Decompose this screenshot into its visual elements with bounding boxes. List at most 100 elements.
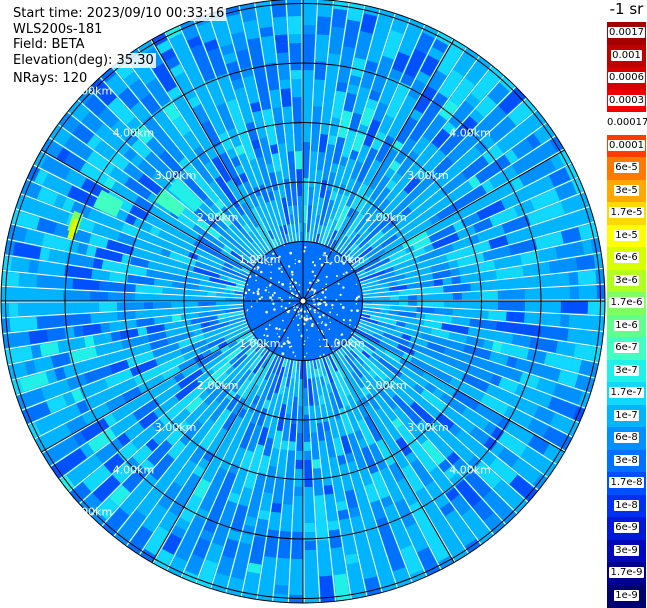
core-speckle [260, 296, 263, 299]
core-speckle [345, 271, 348, 274]
core-speckle [289, 251, 293, 255]
range-label: 2.00km [197, 379, 239, 392]
core-speckle [304, 246, 307, 249]
core-speckle [310, 288, 314, 291]
range-label: 3.00km [155, 421, 197, 434]
range-gate [294, 486, 303, 496]
core-speckle [306, 352, 308, 354]
core-speckle [288, 345, 291, 348]
core-speckle [336, 313, 338, 316]
range-gate [566, 257, 578, 272]
core-speckle [321, 321, 324, 323]
range-gate [297, 195, 303, 206]
core-speckle [256, 269, 259, 271]
range-gate [488, 310, 498, 320]
core-speckle [331, 307, 333, 309]
core-speckle [272, 293, 274, 296]
core-speckle [309, 317, 313, 320]
range-label: 1.00km [323, 253, 365, 266]
range-gate [289, 43, 302, 71]
range-gate [337, 509, 350, 520]
elevation-text: Elevation(deg): 35.30 [11, 53, 156, 68]
instrument-text: WLS200s-181 [11, 22, 105, 37]
range-gate [153, 302, 172, 309]
legend-label: 1e-8 [614, 499, 639, 511]
core-speckle [315, 281, 317, 283]
range-gate [110, 331, 122, 342]
range-gate [9, 303, 19, 317]
core-speckle [268, 291, 270, 293]
range-gate [280, 88, 292, 108]
range-gate [506, 311, 525, 323]
legend-label: 3e-7 [614, 364, 639, 376]
range-gate [304, 522, 316, 532]
range-gate [275, 34, 288, 45]
core-speckle [350, 309, 353, 312]
core-speckle [313, 289, 317, 292]
radar-origin [299, 297, 307, 305]
range-gate [303, 25, 316, 35]
core-speckle [288, 296, 291, 299]
core-speckle [342, 273, 345, 276]
range-gate [416, 301, 436, 307]
legend-label: 6e-5 [614, 162, 639, 173]
core-speckle [280, 266, 283, 268]
core-speckle [292, 351, 295, 354]
range-gate [331, 8, 347, 29]
core-speckle [329, 311, 332, 314]
range-label: 2.00km [365, 379, 407, 392]
legend-label: 0.00017 [606, 117, 647, 128]
range-gate [62, 290, 91, 301]
core-speckle [297, 323, 300, 327]
legend-label: 6e-9 [614, 522, 639, 533]
core-speckle [260, 270, 263, 274]
legend-label: 1.7e-9 [609, 567, 644, 578]
core-speckle [321, 291, 325, 294]
core-speckle [298, 313, 300, 316]
range-gate [288, 441, 296, 451]
range-gate [317, 16, 331, 36]
core-speckle [284, 307, 287, 310]
range-gate [290, 70, 302, 80]
range-gate [295, 459, 303, 469]
range-gate [497, 311, 507, 321]
core-speckle [317, 312, 319, 314]
range-gate [336, 500, 348, 512]
core-speckle [244, 291, 248, 295]
range-gate [513, 266, 524, 278]
core-speckle [323, 315, 325, 317]
range-gate [258, 509, 270, 521]
core-speckle [325, 275, 328, 278]
core-speckle [322, 353, 325, 356]
core-speckle [342, 318, 345, 322]
range-gate [295, 151, 302, 170]
core-speckle [320, 322, 323, 324]
legend-label: 6e-8 [614, 432, 639, 443]
core-speckle [324, 296, 327, 299]
core-speckle [355, 283, 357, 285]
core-speckle [256, 266, 260, 269]
nrays-text: NRays: 120 [11, 71, 90, 86]
core-speckle [306, 315, 308, 317]
range-gate [327, 520, 340, 531]
range-gate [312, 459, 321, 469]
core-speckle [318, 302, 322, 305]
core-speckle [307, 337, 309, 339]
core-speckle [258, 297, 262, 301]
core-speckle [297, 260, 301, 263]
core-speckle [246, 283, 249, 286]
core-speckle [313, 264, 316, 267]
core-speckle [357, 295, 360, 298]
core-speckle [280, 345, 283, 348]
range-label: 1.00km [323, 337, 365, 350]
range-gate [287, 0, 301, 17]
range-gate [559, 314, 570, 327]
range-gate [303, 60, 314, 71]
range-label: 5.00km [71, 85, 113, 98]
core-speckle [294, 281, 298, 285]
core-speckle [313, 309, 316, 312]
range-gate [336, 81, 348, 93]
core-speckle [314, 311, 316, 314]
range-gate [389, 296, 399, 301]
core-speckle [291, 273, 294, 276]
